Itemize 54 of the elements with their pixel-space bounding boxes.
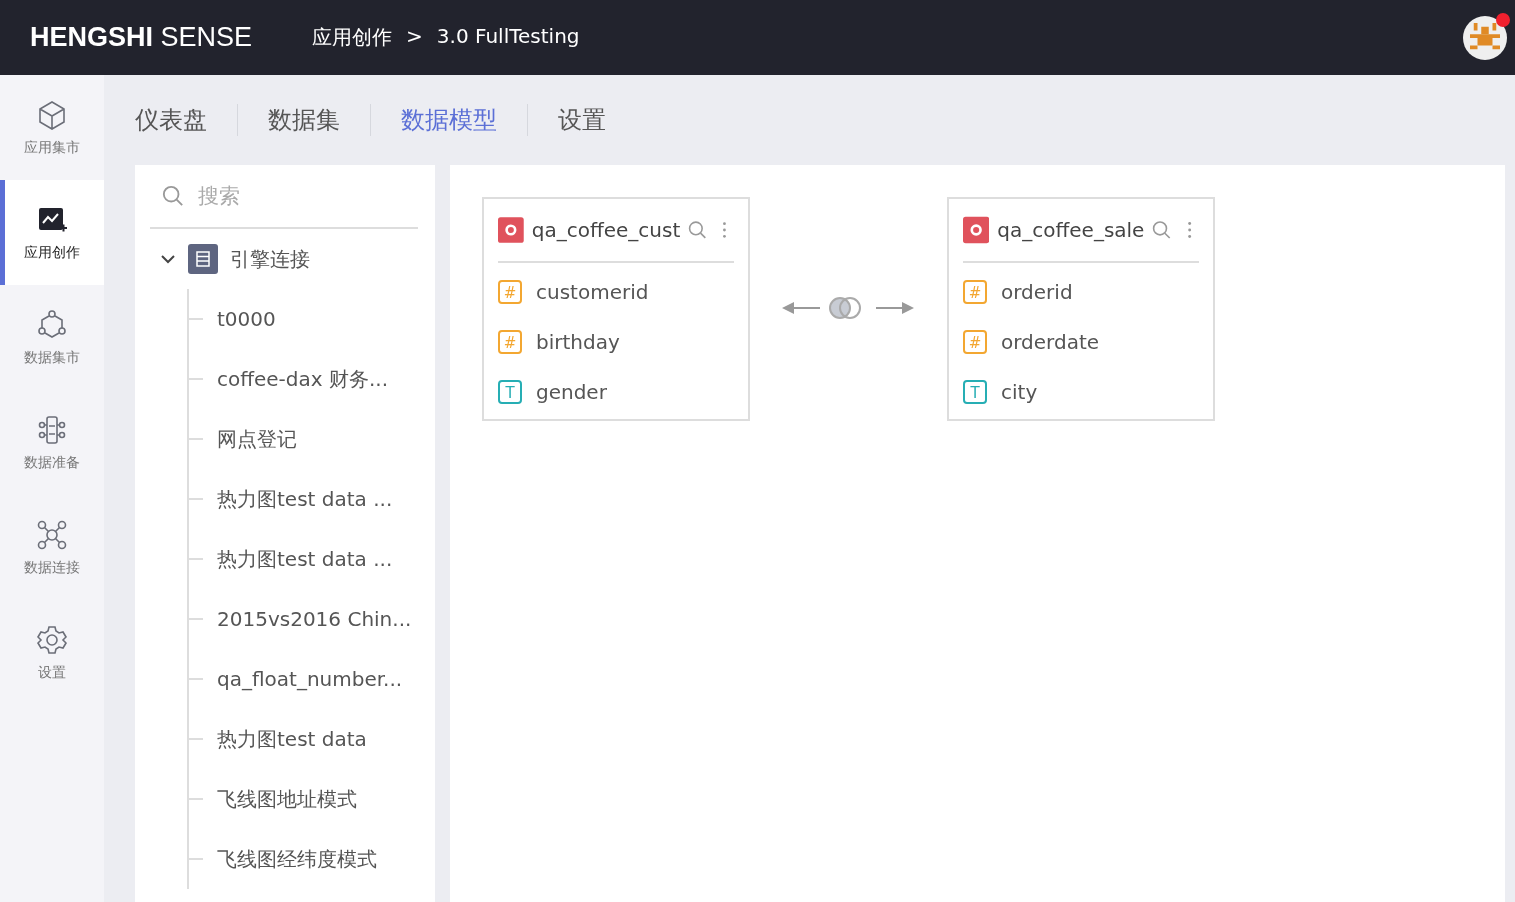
field-name: orderid <box>1001 280 1073 304</box>
sidebar-item[interactable]: 数据准备 <box>0 390 104 495</box>
database-icon <box>498 215 524 245</box>
table-card[interactable]: qa_coffee_sale # orderid # orderdate T city <box>947 197 1215 421</box>
tab[interactable]: 数据模型 <box>371 104 528 136</box>
breadcrumb-item[interactable]: 3.0 FullTesting <box>436 24 580 51</box>
text-type-icon: T <box>963 380 987 404</box>
hash-icon: # <box>498 330 522 354</box>
tree-item[interactable]: 2015vs2016 Chin... <box>217 607 412 631</box>
user-avatar[interactable] <box>1463 15 1507 60</box>
hub-icon <box>36 308 68 341</box>
breadcrumb-item[interactable]: > <box>406 24 423 51</box>
search-field[interactable]: 搜索 <box>196 183 400 209</box>
tree-item[interactable]: 飞线图地址模式 <box>217 785 357 813</box>
network-icon <box>36 518 68 551</box>
table-name: qa_coffee_sale <box>997 218 1145 242</box>
tab[interactable]: 设置 <box>528 104 636 136</box>
database-icon <box>188 244 218 274</box>
hash-icon: # <box>963 280 987 304</box>
tree-item[interactable]: 引擎连接 <box>230 245 310 273</box>
field-name: birthday <box>536 330 620 354</box>
search-icon <box>162 185 184 207</box>
field-name: gender <box>536 380 607 404</box>
tab[interactable]: 仪表盘 <box>135 104 238 136</box>
database-icon <box>963 215 990 245</box>
flow-icon <box>36 413 68 446</box>
tree-item[interactable]: qa_float_number... <box>217 667 403 691</box>
app-logo[interactable]: HENGSHI SENSE <box>30 22 253 53</box>
field-name: customerid <box>536 280 649 304</box>
search-icon[interactable] <box>1152 219 1172 241</box>
sidebar-item[interactable]: 应用创作 <box>0 180 104 285</box>
breadcrumb-item[interactable]: 应用创作 <box>312 24 393 51</box>
table-name: qa_coffee_cust <box>531 218 681 242</box>
hash-icon: # <box>498 280 522 304</box>
hash-icon: # <box>963 330 987 354</box>
field-name: city <box>1001 380 1038 404</box>
field-name: orderdate <box>1001 330 1100 354</box>
tree-item[interactable]: t0000 <box>217 307 276 331</box>
tree-item[interactable]: 网点登记 <box>217 425 297 453</box>
settings-icon <box>36 623 68 656</box>
tree-item[interactable]: 热力图test data <box>217 725 367 753</box>
sidebar-item[interactable]: 设置 <box>0 600 104 705</box>
text-type-icon: T <box>498 380 522 404</box>
search-icon[interactable] <box>688 219 708 241</box>
sidebar-item[interactable]: 数据连接 <box>0 495 104 600</box>
cube-icon <box>36 98 68 131</box>
tab[interactable]: 数据集 <box>238 104 371 136</box>
sidebar-item[interactable]: 应用集市 <box>0 75 104 180</box>
sidebar-item[interactable]: 数据集市 <box>0 285 104 390</box>
tree-item[interactable]: 热力图test data ... <box>217 545 393 573</box>
tree-item[interactable]: coffee-dax 财务... <box>217 365 389 393</box>
table-card[interactable]: qa_coffee_cust # customerid # birthday T gender <box>482 197 750 421</box>
tree-item[interactable]: 飞线图经纬度模式 <box>217 845 377 873</box>
tree-item[interactable]: 热力图test data ... <box>217 485 393 513</box>
